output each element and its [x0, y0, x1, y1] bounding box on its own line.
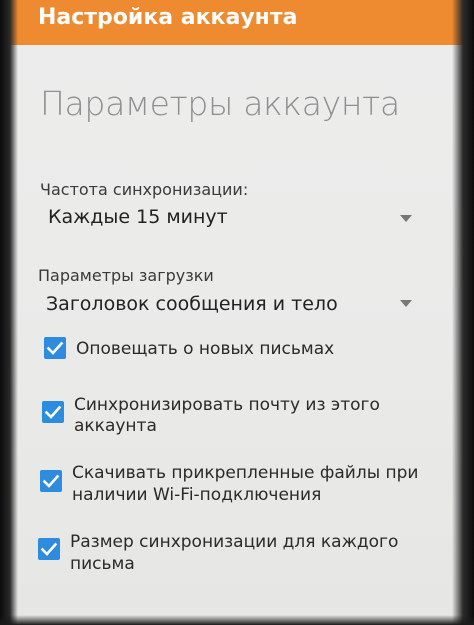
- action-bar-title: Настройка аккаунта: [38, 5, 298, 30]
- device-bezel-right: [452, 0, 474, 625]
- checkbox-checked[interactable]: [38, 538, 60, 560]
- checkbox-label-line: Размер синхронизации для каждого: [70, 532, 399, 552]
- sync-frequency-value[interactable]: Каждые 15 минут: [48, 205, 228, 229]
- checkmark-icon: [46, 341, 64, 355]
- action-bar: Настройка аккаунта: [0, 0, 474, 45]
- download-options-label: Параметры загрузки: [38, 266, 214, 285]
- checkbox-label-line: письма: [70, 554, 135, 574]
- checkbox-checked[interactable]: [40, 470, 62, 492]
- checkbox-checked[interactable]: [44, 337, 66, 359]
- checkmark-icon: [40, 542, 58, 556]
- checkbox-label-line: наличии Wi-Fi-подключения: [72, 485, 322, 505]
- page-title: Параметры аккаунта: [40, 84, 400, 123]
- device-bezel-left: [0, 0, 18, 625]
- sync-frequency-label: Частота синхронизации:: [40, 180, 249, 199]
- checkmark-icon: [44, 405, 62, 419]
- screen: Настройка аккаунта Параметры аккаунта Ча…: [0, 0, 474, 625]
- checkbox-label-line: аккаунта: [74, 416, 157, 436]
- checkmark-icon: [42, 474, 60, 488]
- device-bezel-bottom: [0, 615, 474, 625]
- triangle-down-icon[interactable]: [400, 215, 412, 222]
- checkbox-label-line: Скачивать прикрепленные файлы при: [72, 463, 419, 483]
- checkbox-checked[interactable]: [42, 401, 64, 423]
- triangle-down-icon[interactable]: [400, 300, 412, 307]
- checkbox-label-line: Оповещать о новых письмах: [76, 339, 335, 359]
- download-options-value[interactable]: Заголовок сообщения и тело: [46, 292, 338, 316]
- checkbox-label-line: Синхронизировать почту из этого: [74, 395, 380, 415]
